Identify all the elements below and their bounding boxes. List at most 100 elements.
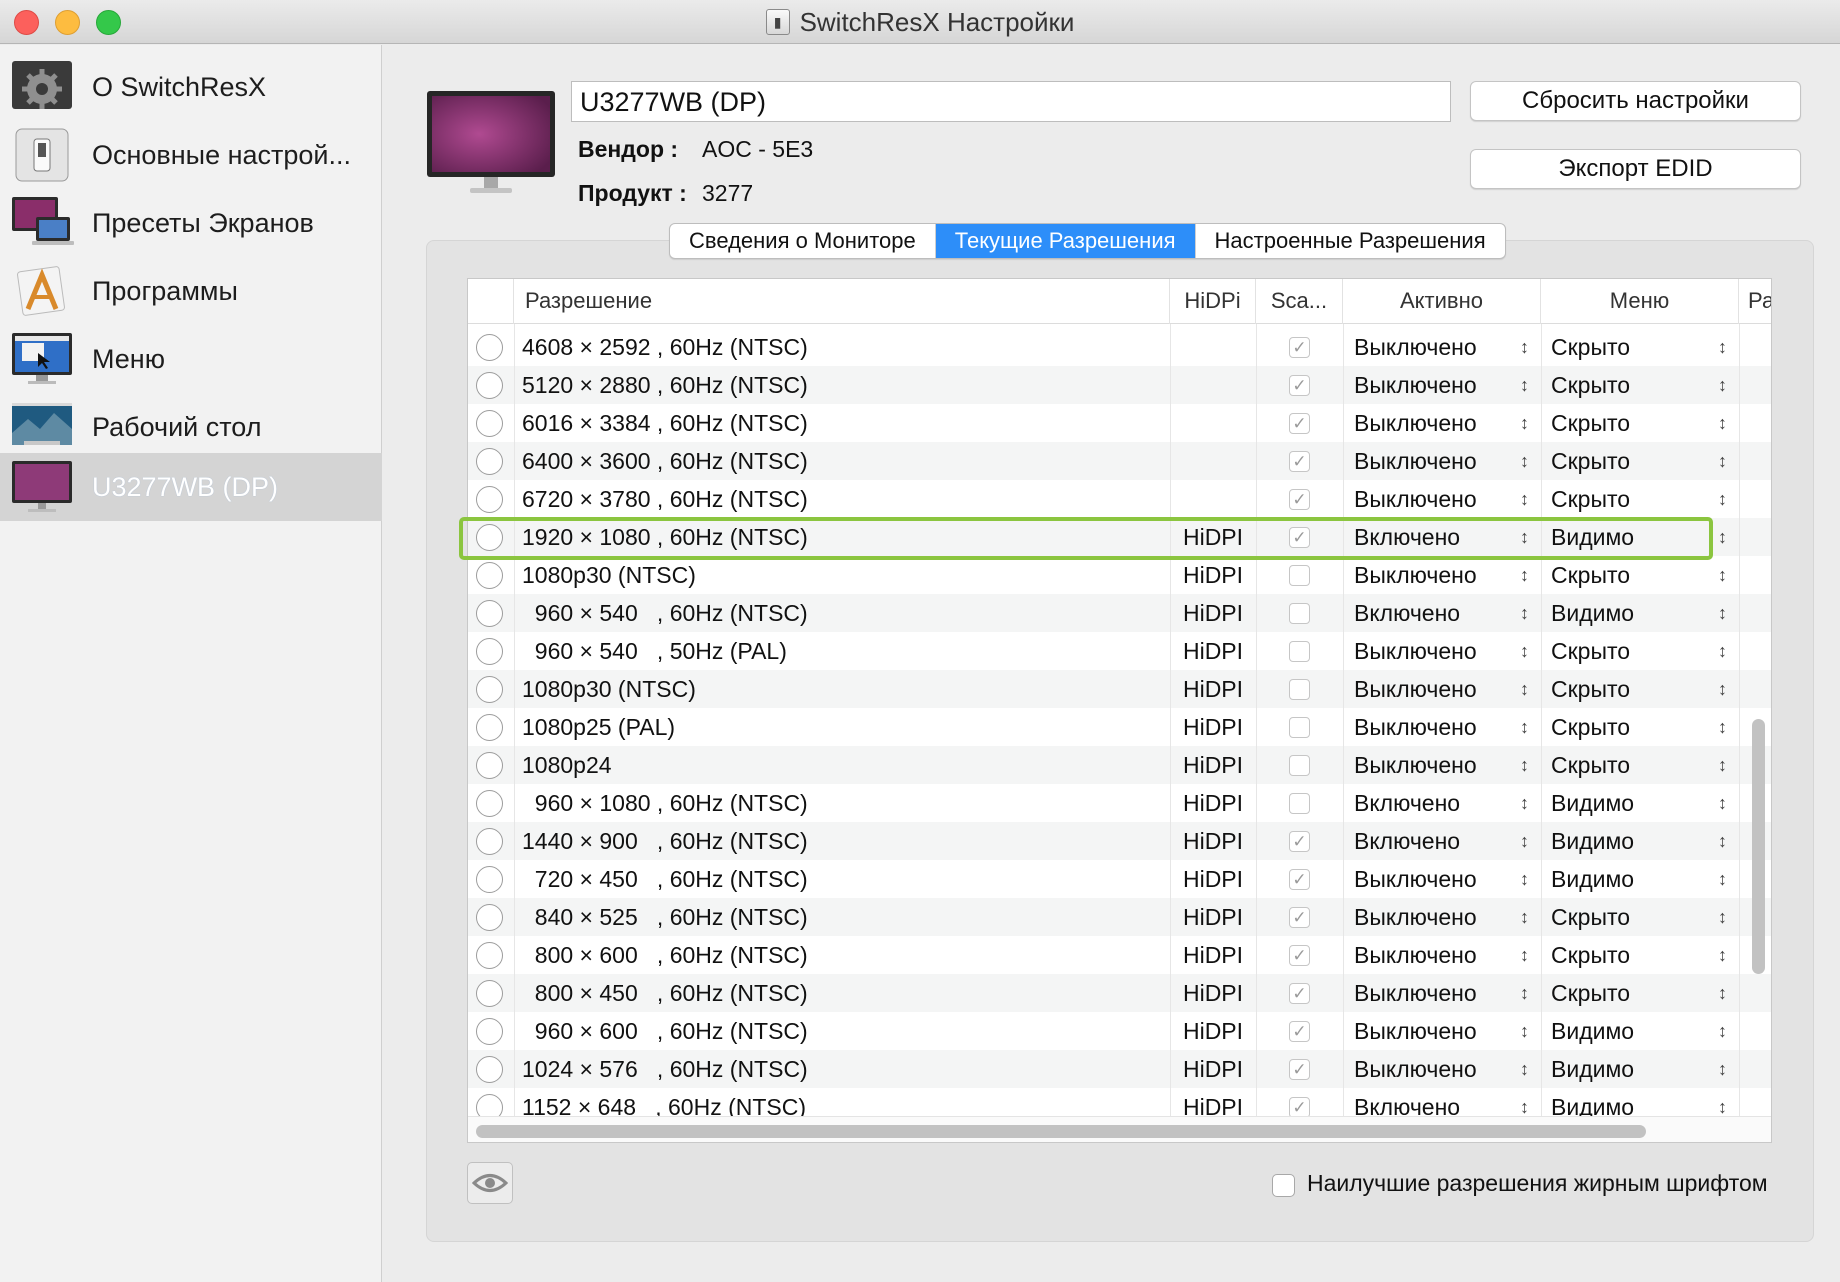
updown-chevron-icon[interactable]: ↕	[1718, 632, 1727, 670]
resolution-radio[interactable]	[476, 524, 503, 551]
scaled-checkbox[interactable]: ✓	[1289, 413, 1310, 434]
menu-popup[interactable]: Видимо	[1551, 518, 1634, 556]
resolution-radio[interactable]	[476, 562, 503, 589]
menu-popup[interactable]: Видимо	[1551, 1012, 1634, 1050]
menu-popup[interactable]: Видимо	[1551, 1088, 1634, 1116]
updown-chevron-icon[interactable]: ↕	[1718, 366, 1727, 404]
table-row[interactable]: 1080p25 (PAL) HiDPI Выключено ↕ Скрыто ↕	[468, 708, 1771, 746]
scaled-checkbox[interactable]	[1289, 755, 1310, 776]
table-row[interactable]: 960 × 600 , 60Hz (NTSC) HiDPI ✓ Выключено ↕ В…	[468, 1012, 1771, 1050]
resolution-radio[interactable]	[476, 676, 503, 703]
active-popup[interactable]: Выключено	[1354, 556, 1477, 594]
scaled-checkbox[interactable]: ✓	[1289, 375, 1310, 396]
horizontal-scrollbar[interactable]	[476, 1125, 1646, 1138]
scaled-checkbox[interactable]	[1289, 565, 1310, 586]
updown-chevron-icon[interactable]: ↕	[1520, 404, 1529, 442]
updown-chevron-icon[interactable]: ↕	[1520, 822, 1529, 860]
updown-chevron-icon[interactable]: ↕	[1718, 746, 1727, 784]
updown-chevron-icon[interactable]: ↕	[1718, 860, 1727, 898]
updown-chevron-icon[interactable]: ↕	[1718, 480, 1727, 518]
updown-chevron-icon[interactable]: ↕	[1520, 670, 1529, 708]
resolution-radio[interactable]	[476, 904, 503, 931]
resolution-radio[interactable]	[476, 334, 503, 361]
updown-chevron-icon[interactable]: ↕	[1520, 1012, 1529, 1050]
menu-popup[interactable]: Скрыто	[1551, 442, 1630, 480]
updown-chevron-icon[interactable]: ↕	[1520, 1088, 1529, 1116]
menu-popup[interactable]: Скрыто	[1551, 480, 1630, 518]
scaled-checkbox[interactable]: ✓	[1289, 1021, 1310, 1042]
menu-popup[interactable]: Видимо	[1551, 822, 1634, 860]
updown-chevron-icon[interactable]: ↕	[1718, 1050, 1727, 1088]
active-popup[interactable]: Включено	[1354, 518, 1460, 556]
table-row[interactable]: 1080p30 (NTSC) HiDPI Выключено ↕ Скрыто ↕	[468, 670, 1771, 708]
menu-popup[interactable]: Скрыто	[1551, 974, 1630, 1012]
updown-chevron-icon[interactable]: ↕	[1718, 708, 1727, 746]
sidebar-item-presets[interactable]: Пресеты Экранов	[0, 189, 382, 257]
header-hidpi[interactable]: HiDPi	[1170, 279, 1256, 324]
active-popup[interactable]: Включено	[1354, 594, 1460, 632]
menu-popup[interactable]: Скрыто	[1551, 404, 1630, 442]
updown-chevron-icon[interactable]: ↕	[1718, 556, 1727, 594]
active-popup[interactable]: Выключено	[1354, 328, 1477, 366]
table-row[interactable]: 1080p24 HiDPI Выключено ↕ Скрыто ↕	[468, 746, 1771, 784]
resolution-radio[interactable]	[476, 866, 503, 893]
updown-chevron-icon[interactable]: ↕	[1520, 366, 1529, 404]
updown-chevron-icon[interactable]: ↕	[1718, 898, 1727, 936]
updown-chevron-icon[interactable]: ↕	[1520, 708, 1529, 746]
table-row[interactable]: 1920 × 1080 , 60Hz (NTSC) HiDPI ✓ Включено ↕…	[468, 518, 1771, 556]
resolution-radio[interactable]	[476, 486, 503, 513]
updown-chevron-icon[interactable]: ↕	[1520, 556, 1529, 594]
menu-popup[interactable]: Скрыто	[1551, 898, 1630, 936]
resolution-radio[interactable]	[476, 1094, 503, 1116]
menu-popup[interactable]: Скрыто	[1551, 328, 1630, 366]
active-popup[interactable]: Выключено	[1354, 366, 1477, 404]
updown-chevron-icon[interactable]: ↕	[1718, 328, 1727, 366]
table-row[interactable]: 720 × 450 , 60Hz (NTSC) HiDPI ✓ Выключено ↕ В…	[468, 860, 1771, 898]
updown-chevron-icon[interactable]: ↕	[1718, 594, 1727, 632]
updown-chevron-icon[interactable]: ↕	[1520, 594, 1529, 632]
menu-popup[interactable]: Скрыто	[1551, 708, 1630, 746]
resolution-radio[interactable]	[476, 372, 503, 399]
updown-chevron-icon[interactable]: ↕	[1718, 822, 1727, 860]
updown-chevron-icon[interactable]: ↕	[1520, 442, 1529, 480]
scaled-checkbox[interactable]: ✓	[1289, 945, 1310, 966]
table-row[interactable]: 4608 × 2592 , 60Hz (NTSC) ✓ Выключено ↕ Скры…	[468, 328, 1771, 366]
header-active[interactable]: Активно	[1343, 279, 1541, 324]
updown-chevron-icon[interactable]: ↕	[1718, 974, 1727, 1012]
table-row[interactable]: 960 × 540 , 60Hz (NTSC) HiDPI Включено ↕ Вид…	[468, 594, 1771, 632]
scaled-checkbox[interactable]: ✓	[1289, 831, 1310, 852]
scaled-checkbox[interactable]	[1289, 641, 1310, 662]
scaled-checkbox[interactable]: ✓	[1289, 489, 1310, 510]
vertical-scrollbar[interactable]	[1752, 719, 1765, 974]
updown-chevron-icon[interactable]: ↕	[1520, 1050, 1529, 1088]
menu-popup[interactable]: Видимо	[1551, 1050, 1634, 1088]
reset-settings-button[interactable]: Сбросить настройки	[1470, 81, 1801, 121]
table-row[interactable]: 6016 × 3384 , 60Hz (NTSC) ✓ Выключено ↕ Скры…	[468, 404, 1771, 442]
resolution-radio[interactable]	[476, 980, 503, 1007]
menu-popup[interactable]: Видимо	[1551, 860, 1634, 898]
active-popup[interactable]: Выключено	[1354, 670, 1477, 708]
active-popup[interactable]: Выключено	[1354, 1050, 1477, 1088]
table-row[interactable]: 1152 × 648 , 60Hz (NTSC) HiDPI ✓ Включено ↕ В…	[468, 1088, 1771, 1116]
resolution-radio[interactable]	[476, 448, 503, 475]
tab-current-resolutions[interactable]: Текущие Разрешения	[935, 224, 1196, 258]
scaled-checkbox[interactable]: ✓	[1289, 337, 1310, 358]
updown-chevron-icon[interactable]: ↕	[1520, 746, 1529, 784]
updown-chevron-icon[interactable]: ↕	[1520, 936, 1529, 974]
updown-chevron-icon[interactable]: ↕	[1718, 670, 1727, 708]
scaled-checkbox[interactable]: ✓	[1289, 527, 1310, 548]
sidebar-item-menu[interactable]: Меню	[0, 325, 382, 393]
sidebar-item-about[interactable]: О SwitchResX	[0, 53, 382, 121]
menu-popup[interactable]: Видимо	[1551, 594, 1634, 632]
table-row[interactable]: 960 × 1080 , 60Hz (NTSC) HiDPI Включено ↕ Ви…	[468, 784, 1771, 822]
active-popup[interactable]: Выключено	[1354, 1012, 1477, 1050]
active-popup[interactable]: Выключено	[1354, 936, 1477, 974]
updown-chevron-icon[interactable]: ↕	[1520, 328, 1529, 366]
header-menu[interactable]: Меню	[1541, 279, 1739, 324]
updown-chevron-icon[interactable]: ↕	[1718, 442, 1727, 480]
export-edid-button[interactable]: Экспорт EDID	[1470, 149, 1801, 189]
menu-popup[interactable]: Скрыто	[1551, 556, 1630, 594]
table-row[interactable]: 840 × 525 , 60Hz (NTSC) HiDPI ✓ Выключено ↕ С…	[468, 898, 1771, 936]
updown-chevron-icon[interactable]: ↕	[1718, 1012, 1727, 1050]
active-popup[interactable]: Выключено	[1354, 746, 1477, 784]
